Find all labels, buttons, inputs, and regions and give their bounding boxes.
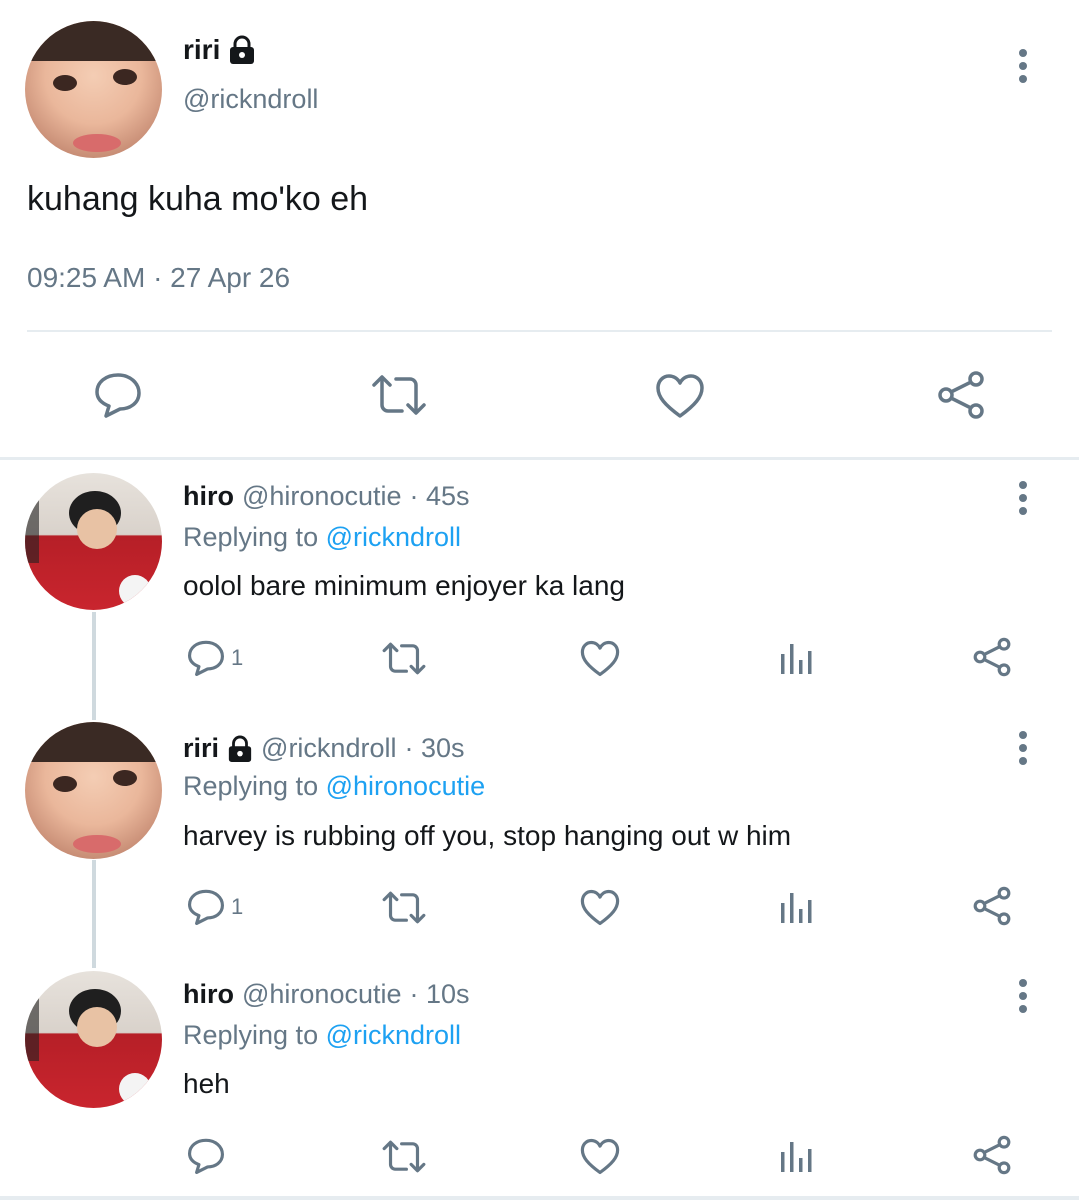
author-handle[interactable]: @rickndroll xyxy=(261,733,396,764)
reply-text: heh xyxy=(183,1068,230,1099)
retweet-icon[interactable] xyxy=(370,373,428,417)
reply-icon xyxy=(187,640,225,676)
thread-line xyxy=(92,612,96,720)
share-icon[interactable] xyxy=(936,370,986,420)
reply-text: harvey is rubbing off you, stop hanging … xyxy=(183,820,792,851)
more-options-icon[interactable] xyxy=(1014,48,1032,84)
reply-icon[interactable] xyxy=(94,372,142,418)
like-icon[interactable] xyxy=(580,640,620,677)
author-name[interactable]: riri xyxy=(183,34,256,66)
author-name[interactable]: hiro xyxy=(183,979,234,1010)
avatar-riri[interactable] xyxy=(25,21,162,158)
retweet-icon[interactable] xyxy=(381,1139,427,1174)
avatar-figure xyxy=(25,981,151,1105)
replying-to-link[interactable]: @rickndroll xyxy=(326,522,461,552)
lock-icon xyxy=(228,35,256,65)
reply-time: · 45s xyxy=(409,481,470,511)
retweet-icon[interactable] xyxy=(381,641,427,676)
tweet-timestamp[interactable]: 09:25 AM · 27 Apr 26 xyxy=(27,262,290,294)
tweet-text: kuhang kuha mo'ko eh xyxy=(27,180,369,218)
replying-prefix: Replying to xyxy=(183,1020,319,1050)
reply-icon xyxy=(187,889,225,925)
author-name[interactable]: riri xyxy=(183,733,219,764)
author-handle[interactable]: @hironocutie xyxy=(242,979,402,1010)
lock-icon xyxy=(227,735,253,763)
reply-header: hiro @hironocutie · 10s xyxy=(183,979,470,1010)
avatar-hiro[interactable] xyxy=(25,473,162,610)
reply-time: · 10s xyxy=(409,979,470,1009)
replying-prefix: Replying to xyxy=(183,771,319,801)
author-handle[interactable]: @rickndroll xyxy=(183,84,318,115)
avatar-riri[interactable] xyxy=(25,722,162,859)
author-handle[interactable]: @hironocutie xyxy=(242,481,402,512)
avatar-hiro[interactable] xyxy=(25,971,162,1108)
retweet-icon[interactable] xyxy=(381,890,427,925)
avatar-face xyxy=(25,722,162,853)
reply-header: riri @rickndroll · 30s xyxy=(183,733,465,764)
reply-button[interactable] xyxy=(187,1138,231,1174)
like-icon[interactable] xyxy=(580,1138,620,1175)
like-icon[interactable] xyxy=(655,373,705,419)
reply-count: 1 xyxy=(231,645,244,670)
reply-text: oolol bare minimum enjoyer ka lang xyxy=(183,570,625,601)
author-name-text: riri xyxy=(183,34,221,65)
more-options-icon[interactable] xyxy=(1014,480,1032,516)
avatar-figure xyxy=(25,483,151,607)
analytics-icon[interactable] xyxy=(779,1138,813,1174)
reply-count: 1 xyxy=(231,894,244,919)
avatar-face xyxy=(25,21,162,152)
replying-to: Replying to @hironocutie xyxy=(183,771,485,802)
analytics-icon[interactable] xyxy=(779,640,813,676)
divider xyxy=(27,330,1052,332)
more-options-icon[interactable] xyxy=(1014,978,1032,1014)
share-icon[interactable] xyxy=(972,1135,1012,1175)
replying-prefix: Replying to xyxy=(183,522,319,552)
analytics-icon[interactable] xyxy=(779,889,813,925)
more-options-icon[interactable] xyxy=(1014,730,1032,766)
replying-to-link[interactable]: @rickndroll xyxy=(326,1020,461,1050)
share-icon[interactable] xyxy=(972,637,1012,677)
reply-button[interactable]: 1 xyxy=(187,889,243,925)
thread-line xyxy=(92,860,96,968)
like-icon[interactable] xyxy=(580,889,620,926)
replying-to: Replying to @rickndroll xyxy=(183,522,461,553)
replying-to-link[interactable]: @hironocutie xyxy=(326,771,486,801)
reply-icon xyxy=(187,1138,225,1174)
bottom-divider xyxy=(0,1196,1079,1200)
reply-header: hiro @hironocutie · 45s xyxy=(183,481,470,512)
author-name[interactable]: hiro xyxy=(183,481,234,512)
replying-to: Replying to @rickndroll xyxy=(183,1020,461,1051)
section-divider xyxy=(0,457,1079,460)
reply-button[interactable]: 1 xyxy=(187,640,243,676)
reply-time: · 30s xyxy=(404,733,465,763)
share-icon[interactable] xyxy=(972,886,1012,926)
